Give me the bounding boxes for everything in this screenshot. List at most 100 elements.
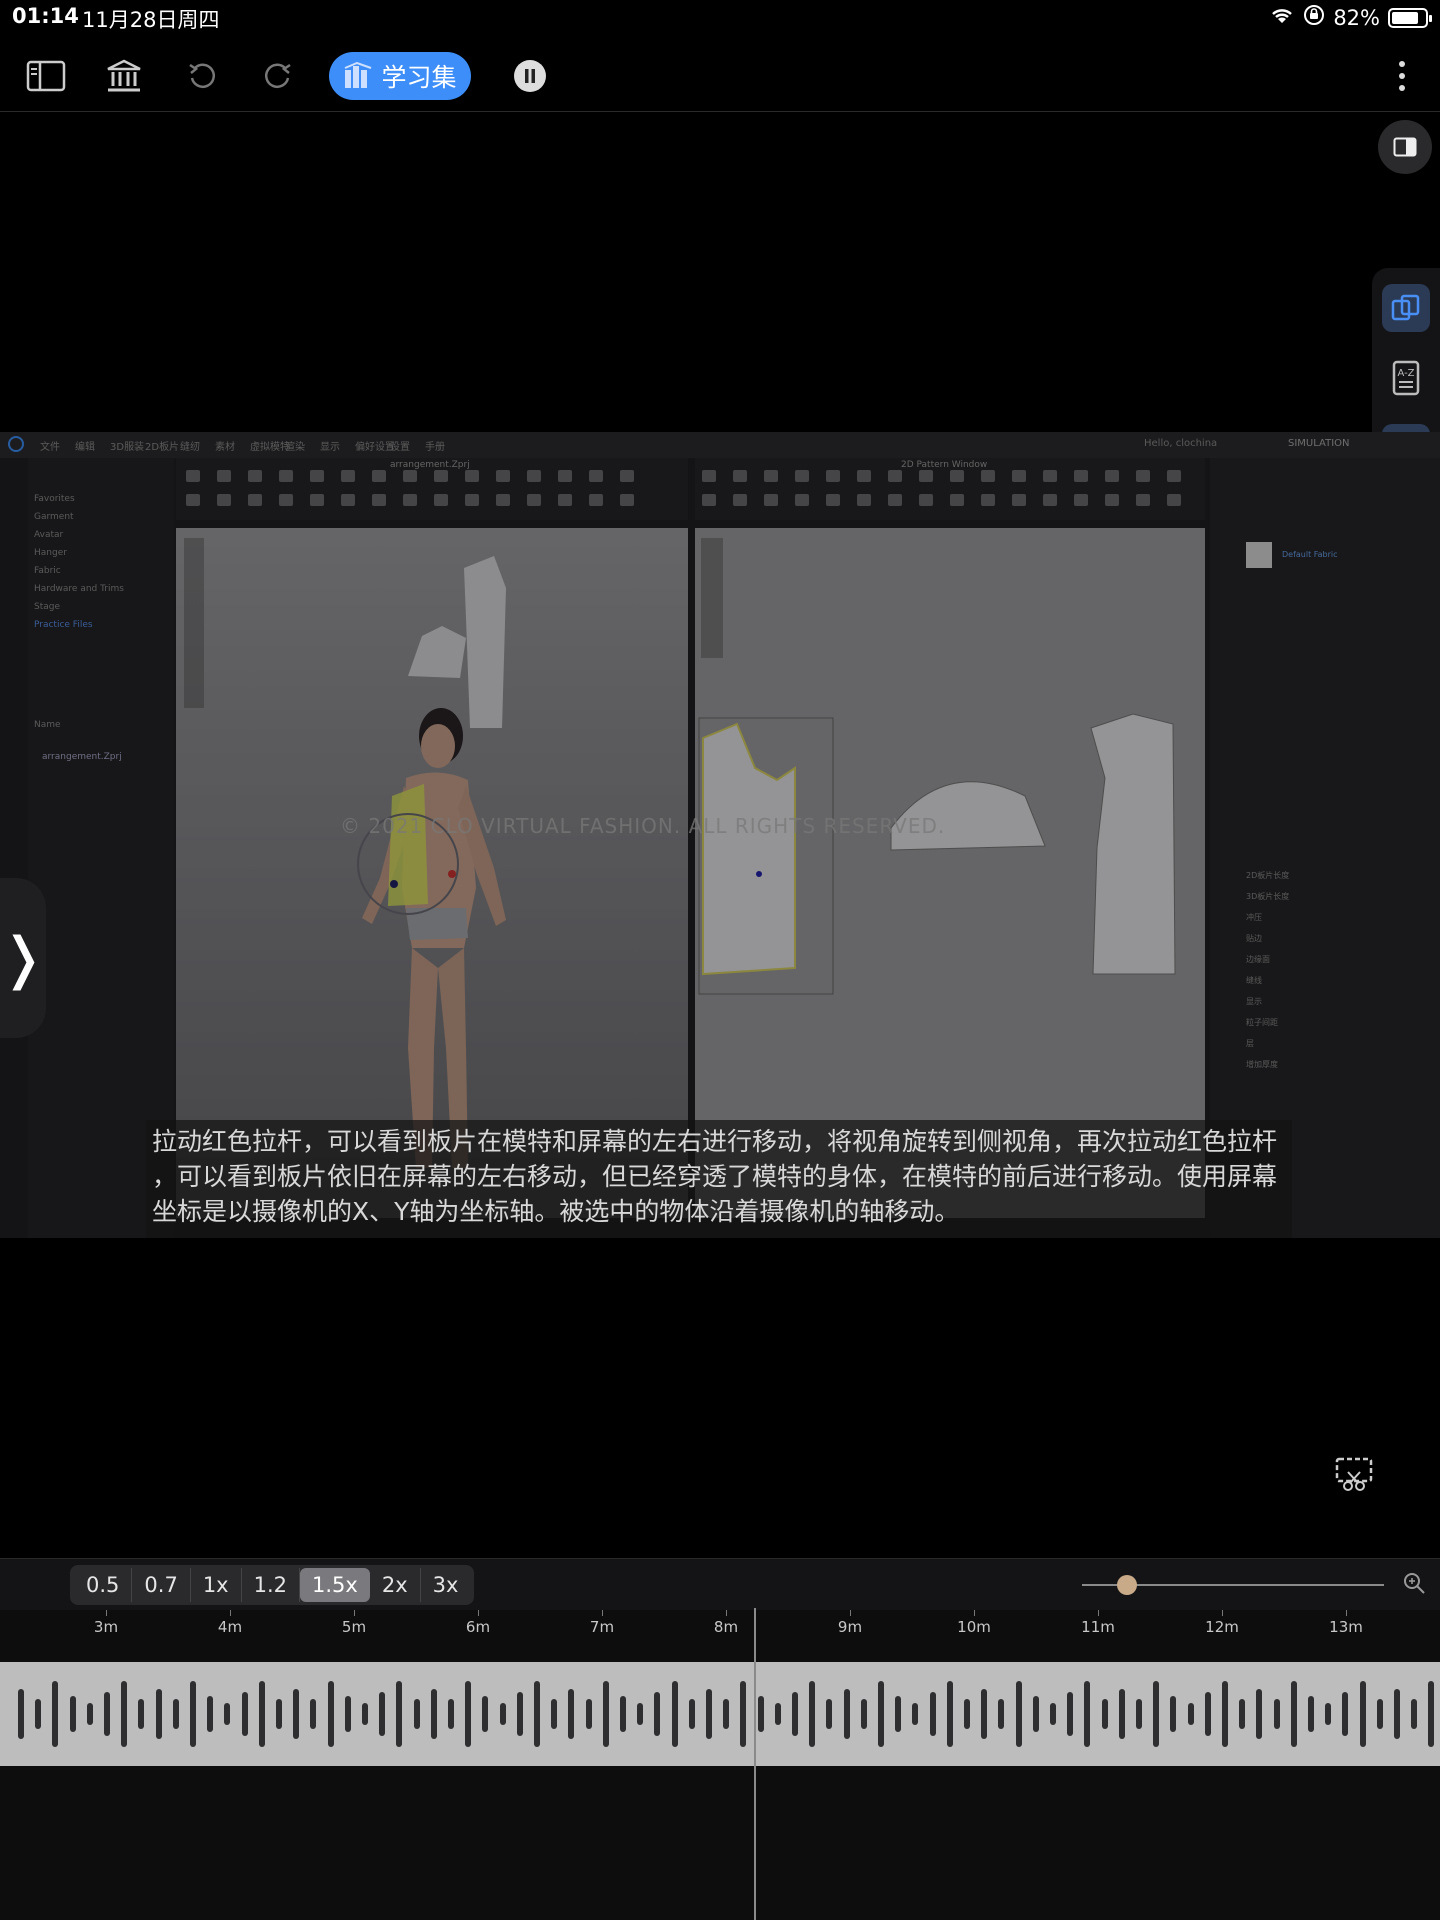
- timeline-tick-mark: [974, 1610, 975, 1616]
- waveform-bar: [723, 1699, 730, 1729]
- speed-option[interactable]: 1.5x: [300, 1568, 370, 1602]
- waveform-bar: [86, 1703, 93, 1725]
- waveform-bar: [551, 1699, 558, 1729]
- waveform-bar: [998, 1699, 1005, 1729]
- waveform-bar: [276, 1699, 282, 1729]
- waveform-bar: [620, 1696, 626, 1732]
- waveform-bar: [740, 1681, 747, 1747]
- waveform-bar: [757, 1696, 764, 1732]
- waveform-bar: [860, 1699, 867, 1729]
- waveform-bar: [362, 1703, 368, 1725]
- waveform-bar: [35, 1699, 42, 1729]
- playback-controls: 0.5 0.7 1x 1.2 1.5x 2x 3x: [0, 1558, 1440, 1610]
- waveform-bar: [1222, 1681, 1228, 1747]
- copy-pages-icon[interactable]: [1382, 284, 1430, 332]
- screenshot-crop-icon[interactable]: [1334, 1456, 1374, 1496]
- waveform-bar: [671, 1681, 678, 1747]
- more-icon[interactable]: [1378, 52, 1426, 100]
- waveform-bar: [1101, 1699, 1108, 1729]
- timeline-tick-label: 10m: [957, 1618, 991, 1636]
- waveform-bar: [912, 1703, 919, 1725]
- timeline-tick-label: 12m: [1205, 1618, 1239, 1636]
- battery-percent: 82%: [1333, 5, 1380, 30]
- timeline-tick-label: 3m: [93, 1618, 119, 1636]
- waveform-bar: [895, 1696, 902, 1732]
- library-icon[interactable]: [100, 52, 148, 100]
- waveform-bar: [981, 1689, 988, 1739]
- waveform-bar: [792, 1692, 798, 1736]
- speed-option[interactable]: 2x: [370, 1568, 421, 1602]
- waveform-bar: [344, 1696, 351, 1732]
- waveform-bar: [241, 1692, 248, 1736]
- waveform-bar: [1239, 1699, 1246, 1729]
- orientation-lock-icon: [1303, 4, 1325, 31]
- waveform-bar: [1015, 1681, 1022, 1747]
- battery-icon: [1388, 7, 1432, 28]
- waveform-bar: [946, 1681, 953, 1747]
- waveform-bar: [826, 1699, 833, 1729]
- redo-icon[interactable]: [254, 52, 302, 100]
- video-frame[interactable]: 文件 编辑 3D服装 2D板片 缝纫 素材 虚拟模特 渲染 显示 偏好设置 设置 手册 Hello, …: [0, 432, 1440, 1238]
- waveform-bar: [430, 1689, 437, 1739]
- app-root: 01:14 11月28日周四 82% 学习集 A-Z 文件 编辑 3D服装 2D…: [0, 0, 1440, 1920]
- pause-icon[interactable]: [506, 52, 554, 100]
- waveform-bar: [1308, 1696, 1314, 1732]
- timeline-tick-mark: [850, 1610, 851, 1616]
- sidebar-icon[interactable]: [22, 52, 70, 100]
- subtitle-box: 拉动红色拉杆，可以看到板片在模特和屏幕的左右进行移动，将视角旋转到侧视角，再次拉…: [146, 1120, 1292, 1238]
- waveform-bar: [413, 1699, 420, 1729]
- waveform-bar: [516, 1692, 523, 1736]
- speed-option[interactable]: 1.2: [242, 1568, 301, 1602]
- study-set-button[interactable]: 学习集: [329, 52, 471, 100]
- waveform-bar: [1376, 1699, 1383, 1729]
- waveform-bar: [327, 1681, 334, 1747]
- timeline-tick-label: 7m: [589, 1618, 615, 1636]
- dictionary-icon[interactable]: A-Z: [1382, 354, 1430, 402]
- speed-option[interactable]: 3x: [421, 1568, 471, 1602]
- waveform-bar: [1273, 1699, 1280, 1729]
- status-date: 11月28日周四: [82, 8, 220, 32]
- waveform-bar: [69, 1696, 76, 1732]
- timeline-tick-mark: [106, 1610, 107, 1616]
- watermark: © 2021 CLO VIRTUAL FASHION. ALL RIGHTS R…: [340, 814, 946, 838]
- waveform-bar: [1325, 1703, 1332, 1725]
- status-bar: 01:14 11月28日周四 82%: [0, 0, 1440, 36]
- waveform-bar: [52, 1681, 59, 1747]
- waveform-bar: [929, 1692, 936, 1736]
- waveform-bar: [293, 1689, 300, 1739]
- timeline-tick-label: 11m: [1081, 1618, 1115, 1636]
- expand-panel-button[interactable]: ❭: [0, 878, 46, 1038]
- waveform-bar: [138, 1699, 145, 1729]
- speed-option[interactable]: 0.5: [74, 1568, 133, 1602]
- waveform-bar: [190, 1681, 196, 1747]
- speed-option[interactable]: 1x: [191, 1568, 242, 1602]
- waveform-bar: [310, 1699, 317, 1729]
- timeline-tick-mark: [1098, 1610, 1099, 1616]
- zoom-in-icon[interactable]: [1402, 1571, 1426, 1599]
- playhead[interactable]: [754, 1608, 756, 1920]
- zoom-slider-thumb[interactable]: [1117, 1575, 1138, 1595]
- waveform-bar: [18, 1689, 24, 1739]
- waveform-bar: [1290, 1681, 1297, 1747]
- status-time: 01:14: [12, 4, 79, 28]
- timeline-tick-mark: [602, 1610, 603, 1616]
- waveform-bar: [1032, 1696, 1039, 1732]
- speed-option[interactable]: 0.7: [132, 1568, 191, 1602]
- waveform-bar: [878, 1681, 884, 1747]
- waveform-bar: [448, 1699, 454, 1729]
- waveform-bar: [602, 1681, 609, 1747]
- svg-text:A-Z: A-Z: [1397, 368, 1414, 379]
- audio-timeline[interactable]: 3m 4m 5m 6m 7m 8m 9m 10m 11m 12m 13m: [0, 1610, 1440, 1920]
- waveform-bar: [809, 1681, 816, 1747]
- waveform-bar: [654, 1692, 661, 1736]
- waveform-bar: [104, 1692, 110, 1736]
- waveform[interactable]: [0, 1662, 1440, 1766]
- waveform-bar: [1204, 1692, 1211, 1736]
- waveform-bar: [1136, 1699, 1142, 1729]
- waveform-bar: [534, 1681, 540, 1747]
- panel-toggle-button[interactable]: [1378, 120, 1432, 174]
- waveform-bar: [499, 1703, 506, 1725]
- waveform-bar: [155, 1689, 162, 1739]
- undo-icon[interactable]: [178, 52, 226, 100]
- waveform-bar: [1153, 1681, 1160, 1747]
